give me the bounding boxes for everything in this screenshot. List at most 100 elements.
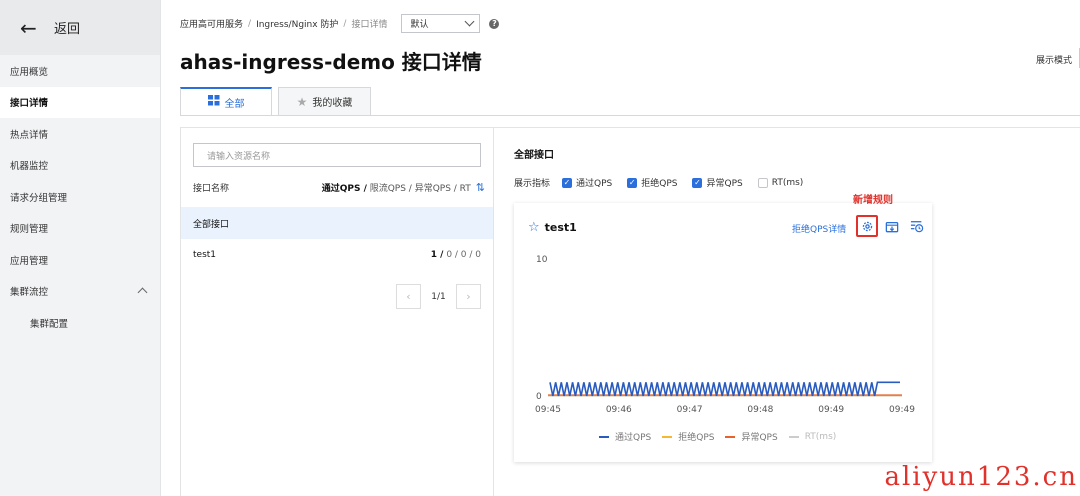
metrics-filter: 展示指标 ✓ 通过QPS ✓ 拒绝QPS ✓ 异常QPS RT(ms) [514,176,818,189]
x-tick-label: 09:45 [535,405,561,415]
list-item-stats: 1 / 0 / 0 / 0 [431,250,481,260]
legend-swatch [599,435,609,438]
legend-label: 异常QPS [741,433,778,443]
legend-item[interactable]: RT(ms) [788,430,837,443]
legend-item[interactable]: 通过QPS [599,430,651,443]
check-icon: ✓ [692,177,703,188]
tab-all[interactable]: 全部 [180,87,272,116]
breadcrumb-separator: / [343,18,347,29]
resource-list-panel: 请输入资源名称 接口名称 通过QPS / 限流QPS / 异常QPS / RT ⇅… [180,127,494,496]
tab-label: 全部 [224,98,245,110]
block-qps-details-link[interactable]: 拒绝QPS详情 [792,222,846,235]
page-title: ahas-ingress-demo 接口详情 [180,50,482,74]
x-tick-label: 09:49 [889,405,915,415]
list-header: 接口名称 通过QPS / 限流QPS / 异常QPS / RT ⇅ [193,181,485,194]
tab-bar: 全部 ★ 我的收藏 [180,87,371,116]
checkbox-pass-qps[interactable]: ✓ 通过QPS [562,176,612,189]
next-page-button[interactable]: › [456,284,481,309]
new-rule-annotation: 新增规则 [853,195,893,206]
view-mode-toggle[interactable]: 展示模式 [1036,53,1072,66]
metrics-label: 展示指标 [514,179,551,189]
stats-rest: 0 / 0 / 0 [443,250,481,260]
checkbox-block-qps[interactable]: ✓ 拒绝QPS [627,176,677,189]
sidebar-item-machine-monitor[interactable]: 机器监控 [0,150,160,182]
x-tick-label: 09:48 [747,405,773,415]
check-icon: ✓ [562,177,573,188]
help-icon[interactable]: ? [489,18,500,29]
card-title-text: test1 [544,221,577,234]
sidebar: ← 返回 应用概览 接口详情 热点详情 机器监控 请求分组管理 规则管理 应用管… [0,0,161,496]
tab-favorites[interactable]: ★ 我的收藏 [278,87,371,116]
history-icon[interactable] [906,215,928,237]
sidebar-item-request-groups[interactable]: 请求分组管理 [0,181,160,213]
legend-label: 拒绝QPS [678,433,715,443]
breadcrumb-item[interactable]: Ingress/Nginx 防护 [256,17,338,30]
list-item[interactable]: test1 1 / 0 / 0 / 0 [181,239,493,271]
column-metrics-header: 通过QPS / 限流QPS / 异常QPS / RT ⇅ [322,181,485,194]
x-tick-label: 09:46 [606,405,632,415]
watermark: aliyun123.cn [884,462,1078,492]
tabs-divider [180,115,1080,116]
qps-line-chart: 0 10 09:45 09:46 09:47 09:48 09:49 09:49 [535,255,915,415]
metrics-header-primary: 通过QPS / [321,184,367,194]
sidebar-item-api-details[interactable]: 接口详情 [0,86,160,118]
chevron-down-icon [465,16,475,27]
sidebar-subitem-cluster-config[interactable]: 集群配置 [0,307,160,339]
x-tick-label: 09:47 [677,405,703,415]
checkbox-label: 拒绝QPS [641,179,678,189]
list-item-name: test1 [193,250,217,260]
list-item[interactable]: 全部接口 [181,207,493,239]
star-icon: ★ [296,94,308,109]
chevron-up-icon [137,287,148,297]
series-line-pass-qps [549,381,900,397]
sidebar-item-cluster-flow[interactable]: 集群流控 [0,276,160,308]
detail-panel: 全部接口 展示指标 ✓ 通过QPS ✓ 拒绝QPS ✓ 异常QPS RT(ms) ☆ … [494,127,1080,496]
checkbox-label: RT(ms) [771,177,804,188]
grid-icon [207,95,220,109]
legend-swatch [662,435,673,438]
sidebar-item-label: 集群流控 [10,287,49,299]
search-input[interactable]: 请输入资源名称 [193,143,481,167]
back-button[interactable]: ← 返回 [0,0,160,55]
sort-icon[interactable]: ⇅ [476,181,485,194]
check-icon: ✓ [627,177,638,188]
sidebar-item-app-overview[interactable]: 应用概览 [0,55,160,87]
gear-icon[interactable] [856,215,878,237]
pagination: ‹ 1/1 › [396,284,481,309]
namespace-select[interactable]: 默认 [401,14,481,33]
breadcrumb-item[interactable]: 应用高可用服务 [180,17,243,30]
panel-title: 全部接口 [514,150,554,161]
breadcrumb-current: 接口详情 [351,20,388,30]
legend-swatch [725,435,736,438]
chart-card: ☆ test1 拒绝QPS详情 新增规则 0 10 09:45 09:46 09:47 0… [514,195,932,462]
legend-swatch [788,435,799,438]
arrow-left-icon: ← [20,15,37,40]
legend-item[interactable]: 拒绝QPS [662,430,714,443]
stats-pass-qps: 1 / [430,250,444,260]
page-indicator: 1/1 [431,291,446,302]
breadcrumb: 应用高可用服务 / Ingress/Nginx 防护 / 接口详情 默认 ? [180,14,500,33]
chart-legend: 通过QPS 拒绝QPS 异常QPS RT(ms) [599,430,847,443]
sidebar-item-rule-management[interactable]: 规则管理 [0,213,160,245]
checkbox-label: 异常QPS [706,179,743,189]
sidebar-item-hotspot-details[interactable]: 热点详情 [0,118,160,150]
card-actions [856,215,931,237]
checkbox-exception-qps[interactable]: ✓ 异常QPS [692,176,743,189]
checkbox-rt[interactable]: RT(ms) [757,177,804,188]
sidebar-item-app-management[interactable]: 应用管理 [0,244,160,276]
checkbox-empty [757,177,768,188]
breadcrumb-separator: / [248,18,252,29]
back-label: 返回 [54,22,81,37]
y-tick-label: 10 [536,255,548,265]
metrics-header-rest: 限流QPS / 异常QPS / RT [366,184,471,194]
star-icon[interactable]: ☆ [528,220,540,235]
export-icon[interactable] [881,215,903,237]
card-title: ☆ test1 [528,220,577,235]
legend-item[interactable]: 异常QPS [725,430,778,443]
checkbox-label: 通过QPS [576,179,613,189]
list-item-name: 全部接口 [193,219,230,230]
tab-label: 我的收藏 [312,98,353,109]
prev-page-button[interactable]: ‹ [396,284,421,309]
column-name-header: 接口名称 [193,184,230,194]
legend-label: RT(ms) [804,431,837,442]
